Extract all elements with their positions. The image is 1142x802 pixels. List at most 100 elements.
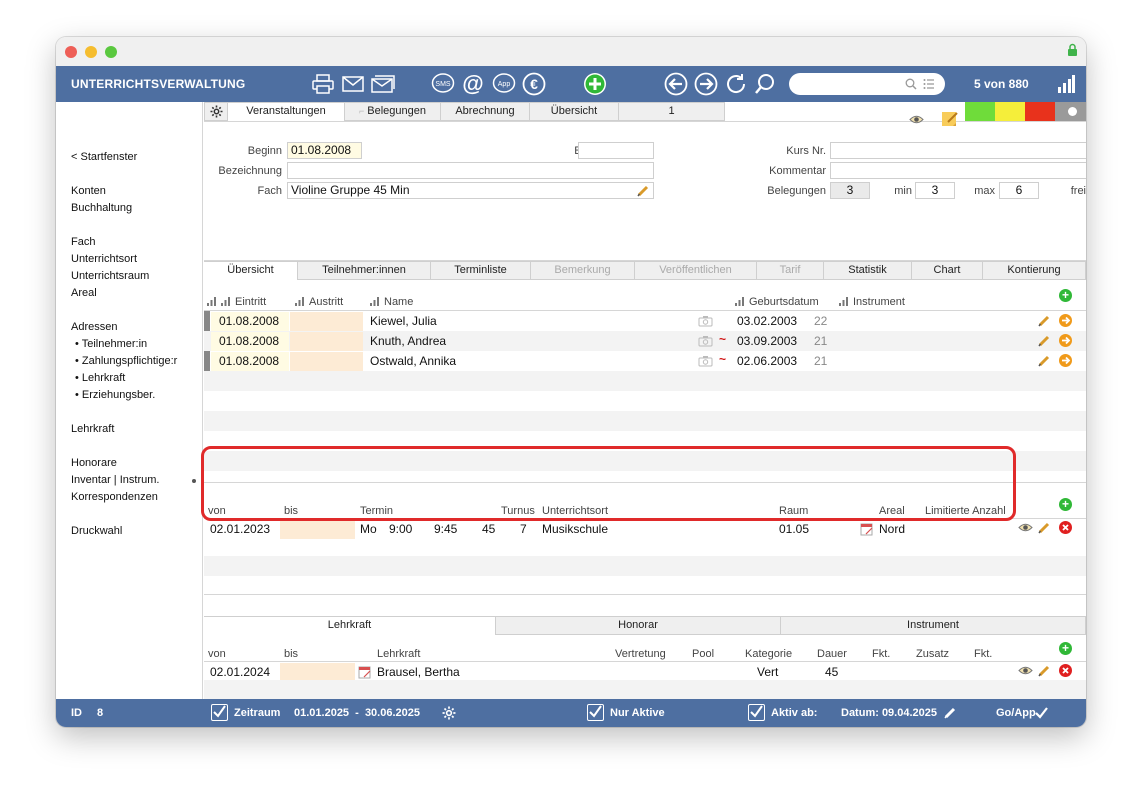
camera-icon[interactable] — [698, 355, 713, 367]
camera-icon[interactable] — [698, 335, 713, 347]
subtab-uebersicht[interactable]: Übersicht — [204, 261, 298, 280]
nur-aktive-checkbox[interactable] — [587, 704, 604, 721]
minimize-window-button[interactable] — [85, 46, 97, 58]
tab-honorar[interactable]: Honorar — [496, 616, 781, 635]
forward-icon[interactable] — [694, 71, 718, 97]
delete-teacher-button[interactable] — [1059, 664, 1072, 677]
sidebar-item-konten[interactable]: Konten — [71, 185, 106, 197]
add-teacher-button[interactable]: + — [1059, 642, 1072, 655]
bezeichnung-field[interactable] — [287, 162, 654, 179]
col-austritt[interactable]: Austritt — [295, 296, 343, 308]
subtab-statistik[interactable]: Statistik — [824, 261, 912, 280]
sidebar-item-lehrkraft-adresse[interactable]: • Lehrkraft — [75, 372, 125, 384]
subtab-tarif[interactable]: Tarif — [757, 261, 824, 280]
col-eintritt[interactable]: Eintritt — [207, 296, 266, 308]
pencil-icon[interactable] — [637, 184, 650, 197]
eintritt-cell[interactable]: 01.08.2008 — [219, 334, 279, 348]
kursnr-field[interactable] — [830, 142, 1086, 159]
at-icon[interactable]: @ — [461, 71, 485, 97]
search-input[interactable] — [789, 73, 945, 95]
pencil-icon[interactable] — [1038, 664, 1051, 677]
status-color-yellow[interactable] — [995, 102, 1025, 121]
eintritt-cell[interactable]: 01.08.2008 — [219, 314, 279, 328]
go-app-button[interactable]: Go/App — [996, 707, 1036, 719]
tab-lehrkraft[interactable]: Lehrkraft — [204, 616, 496, 635]
col-name[interactable]: Name — [370, 296, 413, 308]
beginn-field[interactable]: 01.08.2008 — [287, 142, 362, 159]
add-schedule-button[interactable]: + — [1059, 498, 1072, 511]
sidebar-item-areal[interactable]: Areal — [71, 287, 97, 299]
aktiv-ab-checkbox[interactable] — [748, 704, 765, 721]
status-color-red[interactable] — [1025, 102, 1055, 121]
sched-start-cell[interactable]: 9:00 — [389, 522, 412, 536]
teacher-name-cell[interactable]: Brausel, Bertha — [377, 665, 460, 679]
col-geburtsdatum[interactable]: Geburtsdatum — [735, 296, 819, 308]
refresh-icon[interactable] — [724, 71, 748, 97]
tab-belegungen[interactable]: ⌐ Belegungen — [345, 102, 441, 121]
tab-abrechnung[interactable]: Abrechnung — [441, 102, 530, 121]
printer-icon[interactable] — [311, 71, 335, 97]
zeitraum-value[interactable]: 01.01.2025 - 30.06.2025 — [294, 707, 420, 719]
go-to-participant-button[interactable] — [1059, 314, 1072, 327]
settings-tab[interactable] — [204, 102, 228, 121]
eye-icon[interactable] — [1018, 665, 1033, 676]
subtab-terminliste[interactable]: Terminliste — [431, 261, 531, 280]
sidebar-item-buchhaltung[interactable]: Buchhaltung — [71, 202, 132, 214]
fach-field[interactable]: Violine Gruppe 45 Min — [287, 182, 654, 199]
add-participant-button[interactable]: + — [1059, 289, 1072, 302]
sidebar-item-zahlungspflichtige[interactable]: • Zahlungspflichtige:r — [75, 355, 177, 367]
min-field[interactable]: 3 — [915, 182, 955, 199]
back-icon[interactable] — [664, 71, 688, 97]
sched-raum-cell[interactable]: 01.05 — [779, 522, 809, 536]
name-cell[interactable]: Knuth, Andrea — [370, 334, 446, 348]
sched-tag-cell[interactable]: Mo — [360, 522, 377, 536]
sidebar-item-druckwahl[interactable]: Druckwahl — [71, 525, 122, 537]
sched-turnus-cell[interactable]: 7 — [520, 522, 527, 536]
teacher-dauer-cell[interactable]: 45 — [825, 665, 838, 679]
chart-icon[interactable] — [1056, 71, 1076, 97]
tab-veranstaltungen[interactable]: Veranstaltungen — [228, 102, 345, 121]
eye-icon[interactable] — [909, 114, 924, 125]
subtab-chart[interactable]: Chart — [912, 261, 983, 280]
pencil-icon[interactable] — [1038, 521, 1051, 534]
pencil-icon[interactable] — [944, 706, 957, 719]
name-cell[interactable]: Ostwald, Annika — [370, 354, 456, 368]
sched-dauer-cell[interactable]: 45 — [482, 522, 495, 536]
camera-icon[interactable] — [698, 315, 713, 327]
name-cell[interactable]: Kiewel, Julia — [370, 314, 437, 328]
sched-von-cell[interactable]: 02.01.2023 — [210, 522, 270, 536]
status-color-green[interactable] — [965, 102, 995, 121]
geburtsdatum-cell[interactable]: 02.06.2003 — [737, 354, 797, 368]
tab-instrument[interactable]: Instrument — [781, 616, 1086, 635]
sidebar-item-unterrichtsraum[interactable]: Unterrichtsraum — [71, 270, 149, 282]
eye-icon[interactable] — [1018, 522, 1033, 533]
sidebar-item-honorare[interactable]: Honorare — [71, 457, 117, 469]
mail-open-icon[interactable] — [370, 71, 396, 97]
pencil-icon[interactable] — [1038, 314, 1051, 327]
ende-field[interactable] — [578, 142, 654, 159]
pencil-icon[interactable] — [1038, 354, 1051, 367]
subtab-bemerkung[interactable]: Bemerkung — [531, 261, 635, 280]
delete-schedule-button[interactable] — [1059, 521, 1072, 534]
zoom-window-button[interactable] — [105, 46, 117, 58]
sms-icon[interactable]: SMS — [431, 71, 455, 97]
col-instrument[interactable]: Instrument — [839, 296, 905, 308]
tab-uebersicht[interactable]: Übersicht — [530, 102, 619, 121]
sidebar-item-lehrkraft[interactable]: Lehrkraft — [71, 423, 114, 435]
mail-icon[interactable] — [341, 71, 365, 97]
search-icon[interactable] — [753, 71, 777, 97]
datum-value[interactable]: Datum: 09.04.2025 — [841, 707, 937, 719]
teacher-kategorie-cell[interactable]: Vert — [757, 665, 778, 679]
go-to-participant-button[interactable] — [1059, 334, 1072, 347]
status-color-gray[interactable] — [1055, 102, 1086, 121]
teacher-von-cell[interactable]: 02.01.2024 — [210, 665, 270, 679]
euro-icon[interactable]: € — [522, 71, 546, 97]
calendar-icon[interactable] — [358, 665, 372, 679]
subtab-veroeffentlichen[interactable]: Veröffentlichen — [635, 261, 757, 280]
app-icon[interactable]: App — [492, 71, 516, 97]
list-options-icon[interactable] — [923, 78, 935, 90]
kommentar-field[interactable] — [830, 162, 1086, 179]
sidebar-item-fach[interactable]: Fach — [71, 236, 95, 248]
go-to-participant-button[interactable] — [1059, 354, 1072, 367]
pencil-icon[interactable] — [1038, 334, 1051, 347]
